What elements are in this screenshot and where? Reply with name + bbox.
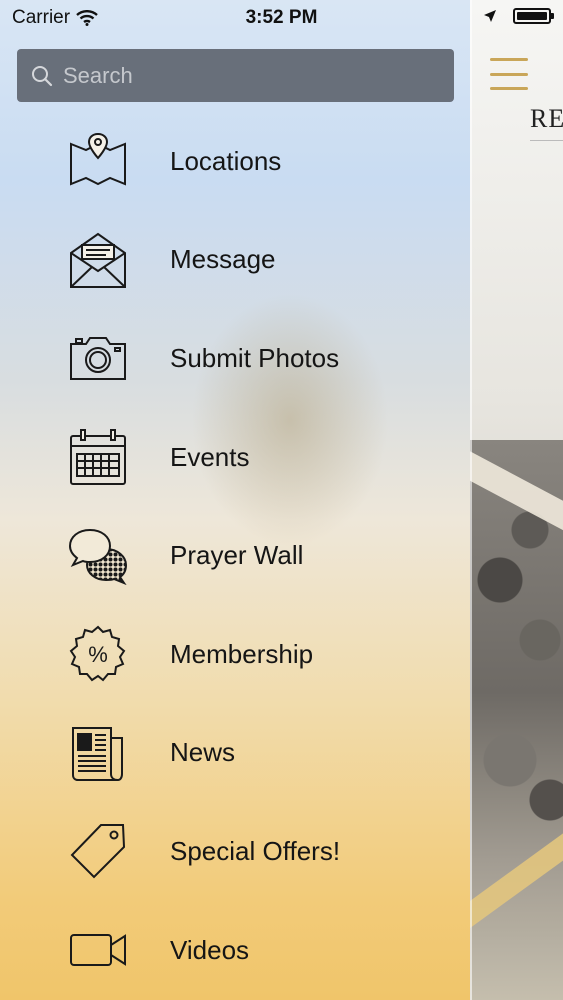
menu-item-submit-photos[interactable]: Submit Photos bbox=[0, 309, 470, 408]
menu-item-label: Locations bbox=[170, 145, 282, 176]
tag-icon bbox=[67, 820, 129, 882]
menu-item-label: Prayer Wall bbox=[170, 540, 304, 571]
percent-badge-icon: % bbox=[67, 623, 129, 685]
menu-item-videos[interactable]: Videos bbox=[0, 901, 470, 1000]
brand-divider bbox=[530, 140, 563, 141]
main-screen-peek[interactable]: RE bbox=[470, 0, 563, 1000]
menu-item-events[interactable]: Events bbox=[0, 408, 470, 507]
menu-item-message[interactable]: Message bbox=[0, 211, 470, 310]
status-right-group bbox=[483, 8, 554, 24]
status-bar: Carrier 3:52 PM bbox=[0, 0, 563, 36]
menu-item-membership[interactable]: % Membership bbox=[0, 605, 470, 704]
menu-item-special-offers[interactable]: Special Offers! bbox=[0, 802, 470, 901]
calendar-icon bbox=[67, 426, 129, 488]
menu-item-label: Events bbox=[170, 441, 250, 472]
camera-icon bbox=[67, 327, 129, 389]
video-camera-icon bbox=[67, 919, 129, 981]
search-bar[interactable] bbox=[17, 49, 454, 102]
svg-text:%: % bbox=[88, 642, 108, 667]
search-input[interactable] bbox=[61, 61, 445, 90]
map-pin-icon bbox=[67, 130, 129, 192]
menu-item-label: News bbox=[170, 737, 236, 768]
search-icon bbox=[32, 65, 53, 86]
clock: 3:52 PM bbox=[245, 7, 318, 28]
newspaper-icon bbox=[67, 722, 129, 784]
hamburger-menu-icon[interactable] bbox=[490, 58, 528, 90]
menu-item-prayer-wall[interactable]: Prayer Wall bbox=[0, 506, 470, 605]
side-drawer: Locations Message bbox=[0, 0, 470, 1000]
brand-title: RE bbox=[530, 104, 563, 133]
battery-icon bbox=[513, 8, 554, 24]
menu-item-label: Membership bbox=[170, 638, 314, 669]
menu-item-news[interactable]: News bbox=[0, 704, 470, 803]
location-arrow-icon bbox=[484, 10, 496, 22]
envelope-icon bbox=[67, 229, 129, 291]
menu-item-locations[interactable]: Locations bbox=[0, 112, 470, 211]
chat-bubbles-icon bbox=[67, 525, 129, 587]
menu-item-label: Submit Photos bbox=[170, 342, 340, 373]
menu-item-label: Special Offers! bbox=[170, 835, 341, 866]
menu-item-label: Message bbox=[170, 244, 276, 275]
menu-list: Locations Message Submit Photos Events P… bbox=[0, 112, 470, 999]
menu-item-label: Videos bbox=[170, 934, 250, 965]
